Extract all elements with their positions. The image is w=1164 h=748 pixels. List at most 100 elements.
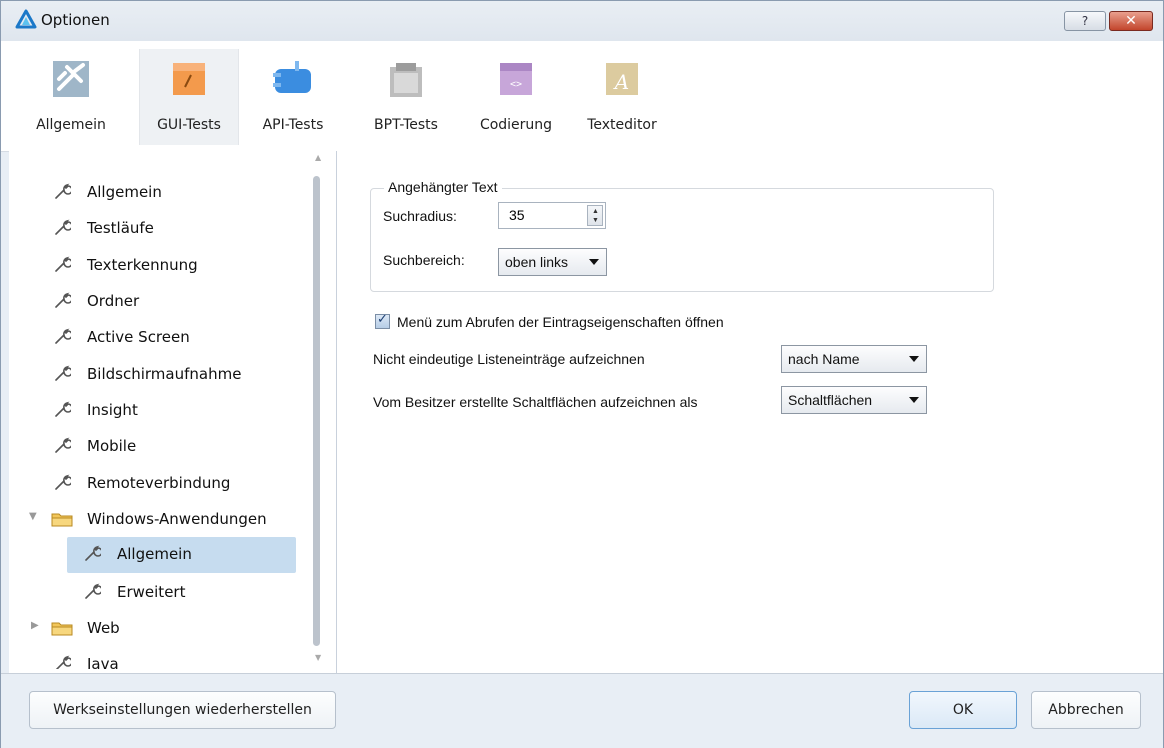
tree-item-label: Web xyxy=(87,619,120,637)
svg-text:A: A xyxy=(613,70,629,94)
tree-item-testlaeufe[interactable]: Testläufe xyxy=(1,211,301,245)
wrench-icon xyxy=(53,365,71,383)
category-toolbar: Allgemein GUI-Tests API-Tests BPT-Tests … xyxy=(1,41,1163,152)
tree-item-label: Bildschirmaufnahme xyxy=(87,365,242,383)
attached-text-group xyxy=(370,188,994,292)
tree-item-label: Testläufe xyxy=(87,219,154,237)
ok-button[interactable]: OK xyxy=(909,691,1017,729)
wrench-icon xyxy=(53,183,71,201)
tab-gui-tests[interactable]: GUI-Tests xyxy=(139,49,239,145)
folder-icon xyxy=(51,620,73,636)
tab-label: Allgemein xyxy=(36,117,106,133)
attached-text-group-title: Angehängter Text xyxy=(384,179,502,195)
tree-item-java[interactable]: Java xyxy=(1,647,301,669)
gui-tests-icon xyxy=(173,63,205,95)
search-radius-label: Suchradius: xyxy=(383,208,457,224)
tree-item-allgemein[interactable]: Allgemein xyxy=(1,175,301,209)
ambiguous-list-items-value: nach Name xyxy=(788,351,860,367)
tab-codierung[interactable]: <> Codierung xyxy=(471,49,561,145)
ambiguous-list-items-dropdown[interactable]: nach Name xyxy=(781,345,927,373)
tree-item-label: Erweitert xyxy=(117,583,186,601)
tab-bpt-tests[interactable]: BPT-Tests xyxy=(361,49,451,145)
ambiguous-list-items-label: Nicht eindeutige Listeneinträge aufzeich… xyxy=(373,351,645,367)
tab-label: BPT-Tests xyxy=(374,117,438,133)
wrench-icon xyxy=(53,437,71,455)
search-area-label: Suchbereich: xyxy=(383,252,465,268)
text-editor-icon: A xyxy=(606,63,638,95)
tree-item-web[interactable]: ▶ Web xyxy=(1,611,301,645)
svg-text:<>: <> xyxy=(510,79,522,90)
wrench-icon xyxy=(53,655,71,669)
owner-buttons-dropdown[interactable]: Schaltflächen xyxy=(781,386,927,414)
tree-item-mobile[interactable]: Mobile xyxy=(1,429,301,463)
tree-item-label: Texterkennung xyxy=(87,256,198,274)
search-area-value: oben links xyxy=(505,254,569,270)
tab-label: Texteditor xyxy=(587,117,657,133)
wrench-icon xyxy=(53,256,71,274)
spinner-buttons[interactable]: ▲ ▼ xyxy=(587,205,603,226)
window-title: Optionen xyxy=(41,11,110,29)
tree-scrollbar-thumb[interactable] xyxy=(313,176,320,646)
tree-item-active-screen[interactable]: Active Screen xyxy=(1,320,301,354)
search-radius-value[interactable]: 35 xyxy=(509,207,525,223)
dropdown-arrow-icon xyxy=(589,259,599,265)
tree-item-label: Mobile xyxy=(87,437,137,455)
api-tests-icon xyxy=(273,61,311,93)
tree-item-label: Insight xyxy=(87,401,138,419)
wrench-icon xyxy=(53,328,71,346)
search-area-dropdown[interactable]: oben links xyxy=(498,248,607,276)
owner-buttons-label: Vom Besitzer erstellte Schaltflächen auf… xyxy=(373,394,698,410)
spin-up-icon[interactable]: ▲ xyxy=(592,208,599,216)
tree-item-label: Allgemein xyxy=(117,545,192,563)
tree-item-ordner[interactable]: Ordner xyxy=(1,284,301,318)
tree-item-label: Java xyxy=(87,655,119,669)
wrench-icon xyxy=(83,545,101,563)
wrench-icon xyxy=(53,219,71,237)
cancel-button[interactable]: Abbrechen xyxy=(1031,691,1141,729)
tree-item-label: Windows-Anwendungen xyxy=(87,510,267,528)
code-icon: <> xyxy=(500,63,532,95)
app-logo-icon xyxy=(15,9,37,29)
tree-item-erweitert[interactable]: Erweitert xyxy=(1,575,301,609)
search-radius-spinner[interactable]: 35 ▲ ▼ xyxy=(498,202,606,229)
tab-label: GUI-Tests xyxy=(157,117,221,133)
restore-defaults-button[interactable]: Werkseinstellungen wiederherstellen xyxy=(29,691,336,729)
tree-item-bildschirmaufnahme[interactable]: Bildschirmaufnahme xyxy=(1,357,301,391)
dropdown-arrow-icon xyxy=(909,397,919,403)
tree-item-windows-allgemein[interactable]: Allgemein xyxy=(1,537,301,573)
tree-item-label: Active Screen xyxy=(87,328,190,346)
spin-down-icon[interactable]: ▼ xyxy=(592,217,599,225)
tree-item-remoteverbindung[interactable]: Remoteverbindung xyxy=(1,466,301,500)
owner-buttons-value: Schaltflächen xyxy=(788,392,873,408)
tree-item-label: Remoteverbindung xyxy=(87,474,231,492)
help-button[interactable]: ? xyxy=(1064,11,1106,31)
checkmark-icon: ✓ xyxy=(377,312,388,327)
scroll-down-arrow-icon[interactable]: ▼ xyxy=(315,653,321,662)
open-menu-checkbox[interactable]: ✓ xyxy=(375,312,390,329)
collapse-arrow-icon[interactable]: ▼ xyxy=(29,511,37,522)
tab-label: Codierung xyxy=(479,117,553,133)
tree-item-label: Ordner xyxy=(87,292,140,310)
close-button[interactable]: ✕ xyxy=(1109,11,1153,31)
wrench-icon xyxy=(53,292,71,310)
wrench-icon xyxy=(83,583,101,601)
tree-item-insight[interactable]: Insight xyxy=(1,393,301,427)
bpt-tests-icon xyxy=(390,63,422,97)
dropdown-arrow-icon xyxy=(909,356,919,362)
tree-item-windows-anwendungen[interactable]: ▼ Windows-Anwendungen xyxy=(1,502,301,536)
tab-texteditor[interactable]: A Texteditor xyxy=(577,49,667,145)
expand-arrow-icon[interactable]: ▶ xyxy=(31,620,39,631)
tree-item-texterkennung[interactable]: Texterkennung xyxy=(1,248,301,282)
title-bar: Optionen ? ✕ xyxy=(1,1,1163,42)
wrench-icon xyxy=(53,401,71,419)
tab-api-tests[interactable]: API-Tests xyxy=(253,49,333,145)
tab-allgemein[interactable]: Allgemein xyxy=(31,49,111,145)
options-dialog: Optionen ? ✕ Allgemein GUI-Tests API-Tes… xyxy=(0,0,1164,748)
tools-icon xyxy=(53,61,89,97)
wrench-icon xyxy=(53,474,71,492)
folder-open-icon xyxy=(51,511,73,527)
scroll-up-arrow-icon[interactable]: ▲ xyxy=(315,153,321,162)
tab-label: API-Tests xyxy=(262,117,324,133)
tree-item-label: Allgemein xyxy=(87,183,162,201)
open-menu-label[interactable]: Menü zum Abrufen der Eintragseigenschaft… xyxy=(397,314,724,330)
